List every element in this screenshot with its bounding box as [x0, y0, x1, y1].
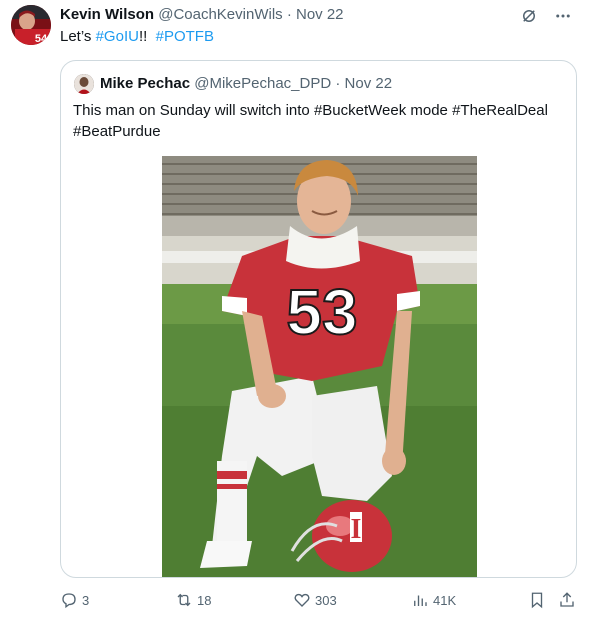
quote-photo[interactable]: I 53 [162, 156, 477, 577]
share-icon [560, 592, 574, 607]
quote-author-name[interactable]: Mike Pechac [100, 75, 190, 92]
share-button[interactable] [558, 589, 576, 611]
quoted-tweet-card[interactable]: Mike Pechac @MikePechac_DPD · Nov 22 Thi… [60, 60, 577, 578]
quote-author-handle[interactable]: @MikePechac_DPD [194, 75, 331, 92]
repost-count: 18 [197, 592, 212, 608]
quote-author-line: Mike Pechac @MikePechac_DPD · Nov 22 [100, 74, 392, 94]
jersey-number: 53 [286, 276, 357, 348]
tweet-date[interactable]: Nov 22 [296, 6, 344, 23]
tweet-text-prefix: Let’s [60, 28, 96, 45]
views-icon [414, 595, 427, 606]
author-handle[interactable]: @CoachKevinWils [158, 6, 282, 23]
helmet-letter: I [351, 514, 362, 545]
separator-dot: · [286, 6, 292, 23]
like-count: 303 [315, 592, 337, 608]
tweet-text: Let’s #GoIU!! #POTFB [60, 27, 214, 47]
bookmark-icon [531, 592, 543, 609]
quote-author-avatar[interactable] [74, 74, 94, 94]
grok-icon[interactable] [519, 6, 539, 26]
like-button[interactable]: 303 [293, 589, 337, 611]
repost-icon [177, 593, 191, 607]
repost-button[interactable]: 18 [175, 589, 211, 611]
hashtag-goiu[interactable]: #GoIU [96, 28, 139, 45]
more-icon[interactable] [553, 6, 573, 26]
hashtag-potfb[interactable]: #POTFB [156, 28, 214, 45]
separator-dot: · [335, 75, 341, 92]
reply-button[interactable]: 3 [60, 589, 89, 611]
views-button[interactable]: 41K [411, 589, 456, 611]
quote-text: This man on Sunday will switch into #Buc… [73, 102, 548, 140]
reply-icon [62, 593, 76, 609]
quote-date[interactable]: Nov 22 [345, 75, 393, 92]
author-line: Kevin Wilson @CoachKevinWils · Nov 22 [60, 5, 344, 25]
author-name[interactable]: Kevin Wilson [60, 6, 154, 23]
tweet[interactable]: 54 Kevin Wilson @CoachKevinWils · Nov 22… [0, 0, 591, 623]
views-count: 41K [433, 592, 457, 608]
reply-count: 3 [82, 592, 90, 608]
author-avatar[interactable]: 54 [11, 5, 51, 45]
tweet-text-mid: !! [138, 28, 156, 45]
like-icon [294, 593, 310, 607]
avatar-jersey-number: 54 [35, 33, 48, 45]
top-icons [519, 6, 573, 26]
bookmark-button[interactable] [528, 589, 546, 611]
action-bar: 3 18 303 41K [60, 589, 580, 611]
